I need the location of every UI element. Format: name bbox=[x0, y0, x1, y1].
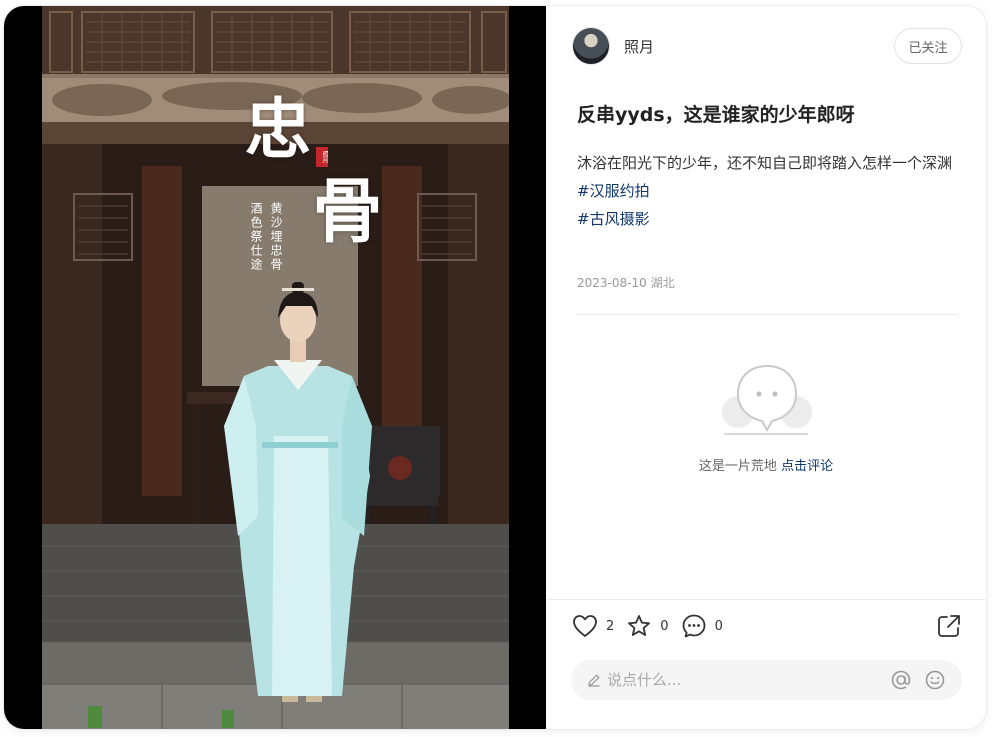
click-to-comment-link[interactable]: 点击评论 bbox=[781, 459, 833, 474]
share-icon bbox=[938, 615, 960, 637]
bottom-divider bbox=[546, 599, 986, 600]
note-detail-modal: 忠 骨 照月 黄沙埋忠骨 酒色祭仕途 照月 已关注 反串yyds，这是谁家的少年… bbox=[4, 6, 986, 729]
comment-count: 0 bbox=[714, 618, 723, 634]
empty-comments-icon bbox=[722, 364, 812, 435]
note-date: 2023-08-10 bbox=[577, 276, 647, 290]
note-panel: 照月 已关注 反串yyds，这是谁家的少年郎呀 沐浴在阳光下的少年，还不知自己即… bbox=[546, 6, 986, 729]
mention-button[interactable] bbox=[890, 669, 912, 691]
collect-count: 0 bbox=[660, 618, 669, 634]
note-description: 沐浴在阳光下的少年，还不知自己即将踏入怎样一个深渊 #汉服约拍 #古风摄影 bbox=[577, 149, 957, 233]
poster-verse-1: 黄沙埋忠骨 bbox=[269, 202, 283, 272]
engagement-bar: 2 0 0 bbox=[572, 612, 735, 640]
star-icon bbox=[628, 615, 651, 636]
empty-comments-text: 这是一片荒地 点击评论 bbox=[546, 455, 986, 474]
comment-button[interactable]: 0 bbox=[681, 613, 723, 639]
media-container: 忠 骨 照月 黄沙埋忠骨 酒色祭仕途 bbox=[4, 6, 546, 729]
follow-button[interactable]: 已关注 bbox=[894, 28, 962, 64]
poster-verse-2: 酒色祭仕途 bbox=[249, 202, 263, 272]
author-name[interactable]: 照月 bbox=[624, 36, 654, 57]
poster-title-char-1: 忠 bbox=[234, 94, 312, 160]
emoji-button[interactable] bbox=[924, 669, 946, 691]
empty-comments-message: 这是一片荒地 bbox=[698, 459, 777, 474]
collect-button[interactable]: 0 bbox=[626, 614, 669, 638]
tag-link[interactable]: #古风摄影 bbox=[577, 205, 957, 233]
comment-box[interactable] bbox=[571, 660, 962, 700]
like-count: 2 bbox=[606, 618, 615, 634]
emoji-icon bbox=[925, 670, 945, 690]
note-meta: 2023-08-10 湖北 bbox=[577, 274, 675, 291]
avatar[interactable] bbox=[572, 27, 610, 65]
author-info[interactable]: 照月 bbox=[572, 26, 654, 66]
note-location: 湖北 bbox=[650, 276, 675, 290]
divider bbox=[577, 314, 957, 315]
tag-link[interactable]: #汉服约拍 bbox=[577, 177, 957, 205]
comment-icon bbox=[682, 614, 705, 638]
note-photo[interactable]: 忠 骨 照月 黄沙埋忠骨 酒色祭仕途 bbox=[42, 6, 509, 729]
at-icon bbox=[891, 670, 911, 690]
comment-input[interactable] bbox=[607, 671, 878, 689]
like-button[interactable]: 2 bbox=[572, 614, 614, 638]
note-description-text: 沐浴在阳光下的少年，还不知自己即将踏入怎样一个深渊 bbox=[577, 154, 953, 172]
share-button[interactable] bbox=[936, 613, 962, 643]
poster-seal: 照月 bbox=[316, 147, 328, 167]
pencil-icon bbox=[588, 674, 600, 687]
poster-title-char-2: 骨 bbox=[301, 174, 384, 244]
heart-icon bbox=[573, 615, 597, 637]
note-title: 反串yyds，这是谁家的少年郎呀 bbox=[577, 104, 855, 126]
